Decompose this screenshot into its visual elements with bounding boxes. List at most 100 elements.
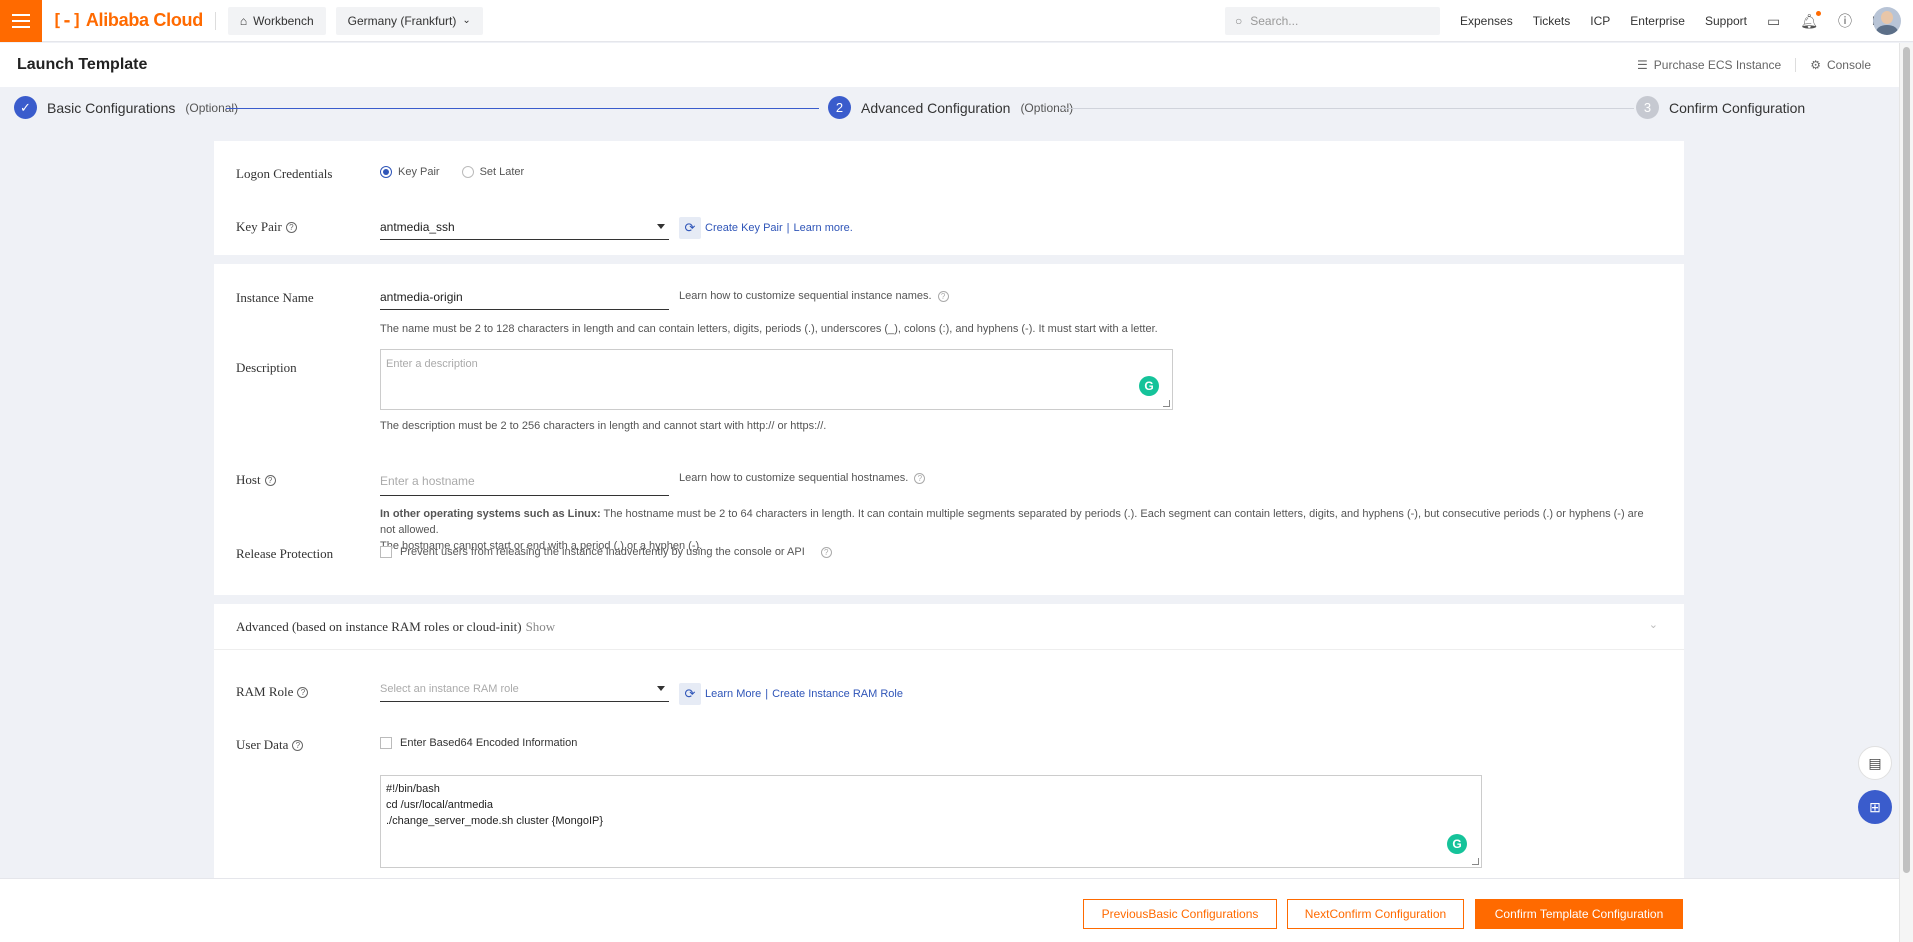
key-pair-option-label: Key Pair <box>398 166 440 178</box>
help-icon[interactable]: ⓘ <box>1838 11 1852 31</box>
scrollbar-thumb[interactable] <box>1903 47 1910 873</box>
resize-handle[interactable] <box>1472 858 1479 865</box>
wizard-steps: ✓ Basic Configurations (Optional) 2 Adva… <box>0 87 1899 131</box>
divider <box>214 649 1684 650</box>
key-pair-text: Key Pair <box>236 219 282 234</box>
hostname-input[interactable]: Enter a hostname <box>380 467 669 496</box>
region-label: Germany (Frankfurt) <box>347 13 457 28</box>
description-textarea[interactable]: Enter a description G <box>380 349 1173 410</box>
release-protection-checkbox[interactable] <box>380 546 392 558</box>
step-connector <box>1060 108 1634 109</box>
code-line: #!/bin/bash <box>386 783 440 795</box>
hostname-help-link[interactable]: Learn how to customize sequential hostna… <box>679 472 908 484</box>
footer-action-bar: PreviousBasic Configurations NextConfirm… <box>0 878 1899 942</box>
check-icon: ✓ <box>14 96 37 119</box>
workbench-button[interactable]: ⌂ Workbench <box>227 6 326 35</box>
divider <box>214 11 216 30</box>
title-bar: Launch Template ☰ Purchase ECS Instance … <box>0 43 1899 87</box>
base64-checkbox[interactable] <box>380 737 392 749</box>
step-connector <box>226 108 819 109</box>
confirm-template-button[interactable]: Confirm Template Configuration <box>1475 899 1683 929</box>
console-label: Console <box>1826 58 1871 72</box>
alibaba-cloud-logo[interactable]: [-] Alibaba Cloud <box>52 10 203 31</box>
step-basic-configurations[interactable]: ✓ Basic Configurations (Optional) <box>14 96 238 119</box>
logon-credentials-options: Key Pair Set Later <box>380 166 524 178</box>
search-input[interactable]: ○ Search... <box>1225 7 1440 35</box>
help-icon[interactable]: ? <box>292 739 304 751</box>
set-later-radio[interactable] <box>461 166 474 178</box>
advanced-panel: Advanced (based on instance RAM roles or… <box>214 604 1684 894</box>
icp-link[interactable]: ICP <box>1590 14 1610 28</box>
advanced-section-header[interactable]: Advanced (based on instance RAM roles or… <box>236 619 555 635</box>
message-icon[interactable]: ▭ <box>1767 13 1780 30</box>
tickets-link[interactable]: Tickets <box>1533 14 1571 28</box>
enterprise-link[interactable]: Enterprise <box>1630 14 1685 28</box>
instance-name-help-link[interactable]: Learn how to customize sequential instan… <box>679 290 932 302</box>
chevron-down-icon: ⌄ <box>462 15 471 26</box>
ram-role-select[interactable]: Select an instance RAM role <box>380 676 669 702</box>
bell-icon[interactable]: 🔔︎ <box>1800 10 1822 30</box>
logon-credentials-label: Logon Credentials <box>236 166 332 182</box>
logon-credentials-text: Logon Credentials <box>236 166 333 181</box>
ram-role-placeholder: Select an instance RAM role <box>380 682 519 695</box>
instance-name-hint: The name must be 2 to 128 characters in … <box>380 323 1158 335</box>
page-scrollbar[interactable] <box>1899 43 1913 942</box>
base64-field: Enter Based64 Encoded Information <box>380 737 577 749</box>
code-line: cd /usr/local/antmedia <box>386 799 493 811</box>
title-actions: ☰ Purchase ECS Instance ⚙ Console <box>1623 43 1885 87</box>
help-icon[interactable]: ? <box>914 472 926 484</box>
learn-more-link[interactable]: Learn more. <box>794 222 853 234</box>
chevron-down-icon[interactable]: ⌄ <box>1649 618 1658 631</box>
key-pair-select[interactable]: antmedia_ssh <box>380 214 669 240</box>
console-button[interactable]: ⚙ Console <box>1796 58 1885 72</box>
instance-name-label: Instance Name <box>236 290 314 306</box>
create-ram-role-link[interactable]: Create Instance RAM Role <box>772 688 903 700</box>
description-placeholder: Enter a description <box>386 358 478 370</box>
refresh-icon[interactable]: ⟳ <box>679 217 701 239</box>
hamburger-menu-icon[interactable] <box>0 0 42 42</box>
help-icon[interactable]: ? <box>285 221 297 233</box>
apps-grid-icon[interactable]: ⊞ <box>1858 790 1892 824</box>
instance-name-input[interactable]: antmedia-origin <box>380 284 669 310</box>
chat-icon[interactable]: ▤ <box>1858 746 1892 780</box>
code-line: ./change_server_mode.sh cluster {MongoIP… <box>386 815 604 827</box>
credentials-panel: Logon Credentials Key Pair Set Later Key… <box>214 141 1684 255</box>
resize-handle[interactable] <box>1163 400 1170 407</box>
region-selector[interactable]: Germany (Frankfurt) ⌄ <box>335 6 483 35</box>
step-advanced-configuration[interactable]: 2 Advanced Configuration (Optional) <box>828 96 1073 119</box>
key-pair-label: Key Pair ? <box>236 219 297 235</box>
release-protection-field: Prevent users from releasing the instanc… <box>380 546 832 558</box>
avatar[interactable] <box>1873 7 1901 35</box>
support-link[interactable]: Support <box>1705 14 1747 28</box>
description-hint: The description must be 2 to 256 charact… <box>380 420 827 432</box>
ram-learn-more-link[interactable]: Learn More <box>705 688 761 700</box>
form-content: Logon Credentials Key Pair Set Later Key… <box>214 141 1684 903</box>
release-protection-label: Release Protection <box>236 546 333 562</box>
help-icon[interactable]: ? <box>264 474 276 486</box>
instance-name-value: antmedia-origin <box>380 289 463 304</box>
hostname-hint-bold: In other operating systems such as Linux… <box>380 508 601 520</box>
expenses-link[interactable]: Expenses <box>1460 14 1513 28</box>
grammarly-icon[interactable]: G <box>1139 376 1159 396</box>
hostname-placeholder: Enter a hostname <box>380 474 475 488</box>
help-icon[interactable]: ? <box>297 686 309 698</box>
ram-role-actions: ⟳ Learn More | Create Instance RAM Role <box>679 683 903 705</box>
help-icon[interactable]: ? <box>937 290 949 302</box>
key-pair-radio[interactable] <box>380 166 392 178</box>
notification-dot <box>1816 10 1822 16</box>
previous-button[interactable]: PreviousBasic Configurations <box>1083 899 1277 929</box>
create-key-pair-link[interactable]: Create Key Pair <box>705 222 783 234</box>
next-button[interactable]: NextConfirm Configuration <box>1287 899 1464 929</box>
step-confirm-configuration[interactable]: 3 Confirm Configuration <box>1636 96 1805 119</box>
help-icon[interactable]: ? <box>820 546 832 558</box>
ram-role-label: RAM Role ? <box>236 684 309 700</box>
home-icon: ⌂ <box>239 13 248 28</box>
link-separator: | <box>786 222 790 234</box>
gear-icon: ⚙ <box>1810 58 1821 72</box>
user-data-textarea[interactable]: #!/bin/bash cd /usr/local/antmedia ./cha… <box>380 775 1482 868</box>
refresh-icon[interactable]: ⟳ <box>679 683 701 705</box>
purchase-ecs-button[interactable]: ☰ Purchase ECS Instance <box>1623 58 1795 72</box>
hostname-help: Learn how to customize sequential hostna… <box>679 472 926 484</box>
advanced-show-toggle[interactable]: Show <box>526 619 556 635</box>
grammarly-icon[interactable]: G <box>1447 834 1467 854</box>
